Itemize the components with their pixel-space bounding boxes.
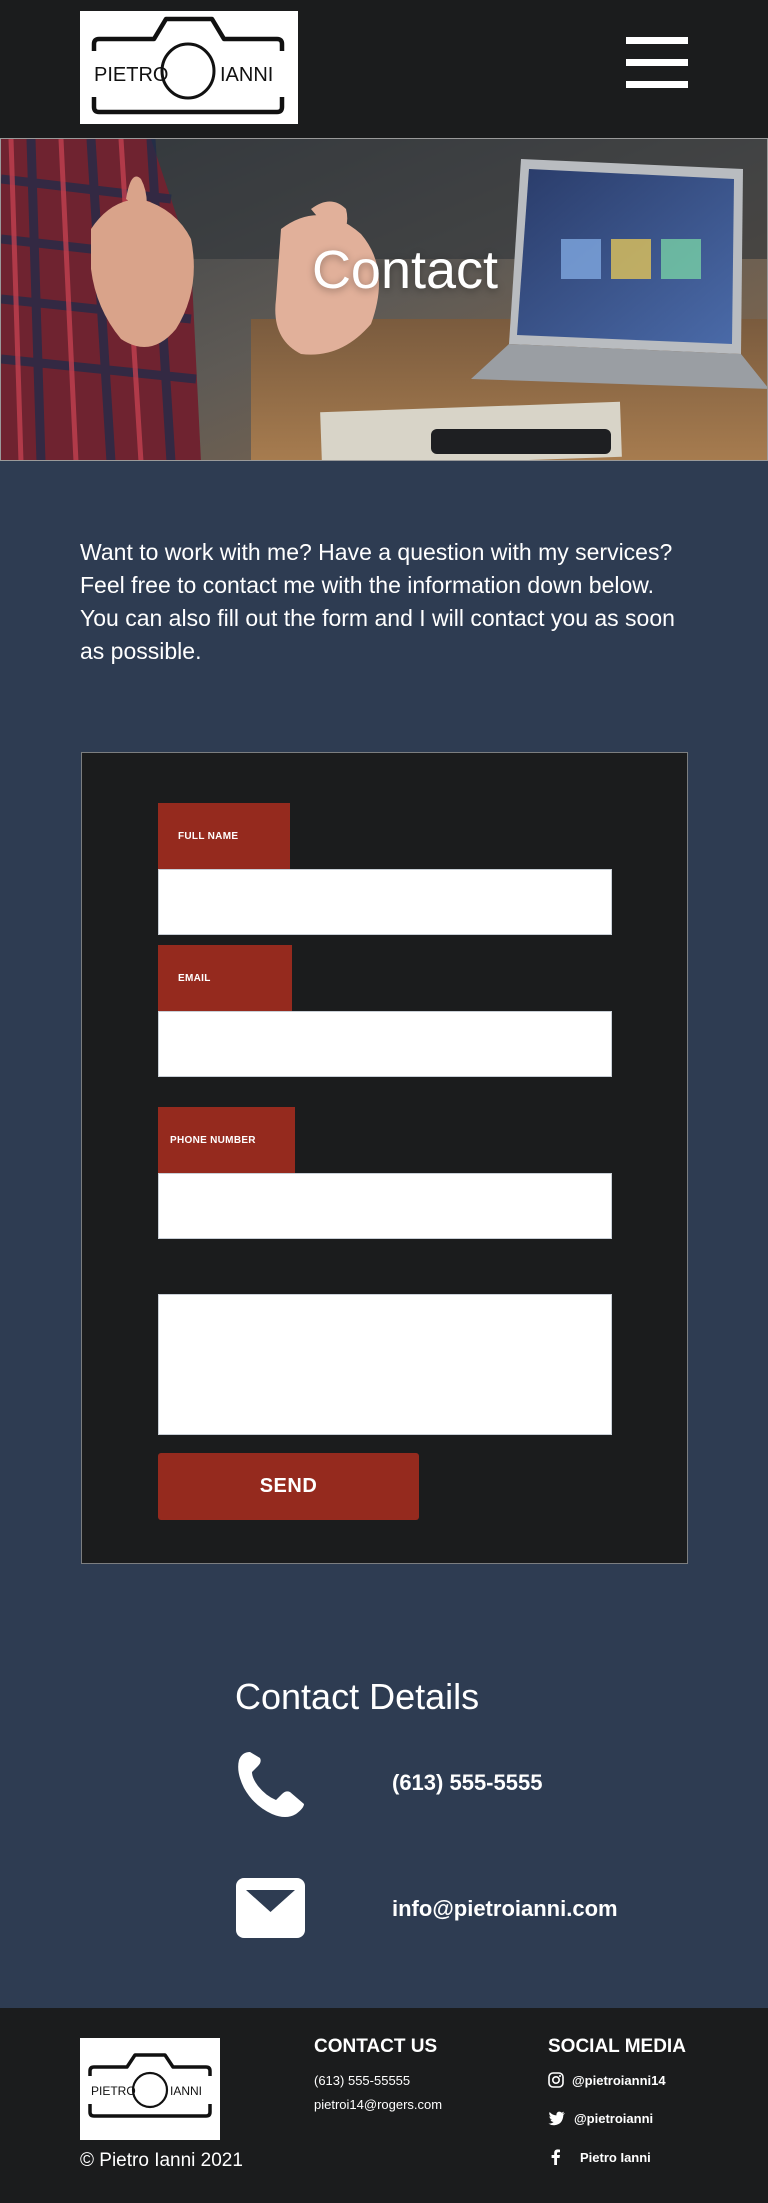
- camera-logo-icon: PIETRO IANNI: [91, 16, 285, 115]
- phone-icon: [238, 1752, 304, 1817]
- footer-logo-text-right: IANNI: [170, 2084, 202, 2098]
- phone-number-label: PHONE NUMBER: [158, 1107, 295, 1173]
- twitter-icon: [548, 2111, 565, 2126]
- contact-phone-number[interactable]: (613) 555-5555: [392, 1770, 542, 1796]
- contact-us-heading: CONTACT US: [314, 2036, 438, 2057]
- instagram-handle: @pietroianni14: [572, 2072, 666, 2088]
- copyright-text: © Pietro Ianni 2021: [80, 2150, 243, 2171]
- footer-logo[interactable]: PIETRO IANNI: [80, 2038, 220, 2140]
- hero-banner: Contact: [0, 138, 768, 461]
- contact-form: FULL NAME EMAIL PHONE NUMBER SEND: [81, 752, 688, 1564]
- contact-details-title: Contact Details: [235, 1676, 480, 1717]
- hero-title: Contact: [311, 240, 499, 300]
- footer-logo-text-left: PIETRO: [91, 2084, 136, 2098]
- logo-text-left: PIETRO: [94, 64, 168, 86]
- email-label: EMAIL: [158, 945, 292, 1011]
- facebook-icon: [551, 2149, 560, 2165]
- full-name-input[interactable]: [158, 869, 612, 935]
- facebook-link[interactable]: Pietro Ianni: [548, 2149, 651, 2165]
- social-media-heading: SOCIAL MEDIA: [548, 2036, 686, 2057]
- footer-email[interactable]: pietroi14@rogers.com: [314, 2097, 442, 2112]
- full-name-label: FULL NAME: [158, 803, 290, 869]
- twitter-link[interactable]: @pietroianni: [548, 2111, 653, 2126]
- instagram-link[interactable]: @pietroianni14: [548, 2072, 666, 2088]
- envelope-icon: [236, 1878, 305, 1938]
- site-footer: PIETRO IANNI © Pietro Ianni 2021 CONTACT…: [0, 2008, 768, 2203]
- logo-text-right: IANNI: [220, 64, 273, 86]
- twitter-handle: @pietroianni: [574, 2111, 654, 2126]
- footer-phone[interactable]: (613) 555-55555: [314, 2073, 410, 2088]
- site-logo[interactable]: PIETRO IANNI: [80, 11, 298, 124]
- site-header: PIETRO IANNI: [0, 0, 768, 138]
- intro-paragraph: Want to work with me? Have a question wi…: [80, 539, 675, 664]
- camera-logo-icon: PIETRO IANNI: [88, 2053, 212, 2118]
- send-button[interactable]: SEND: [158, 1453, 419, 1520]
- facebook-name: Pietro Ianni: [580, 2149, 651, 2165]
- contact-email-address[interactable]: info@pietroianni.com: [392, 1896, 618, 1922]
- instagram-icon: [548, 2072, 564, 2088]
- email-input[interactable]: [158, 1011, 612, 1077]
- phone-number-input[interactable]: [158, 1173, 612, 1239]
- message-textarea[interactable]: [158, 1294, 612, 1435]
- hamburger-menu-icon[interactable]: [626, 37, 688, 89]
